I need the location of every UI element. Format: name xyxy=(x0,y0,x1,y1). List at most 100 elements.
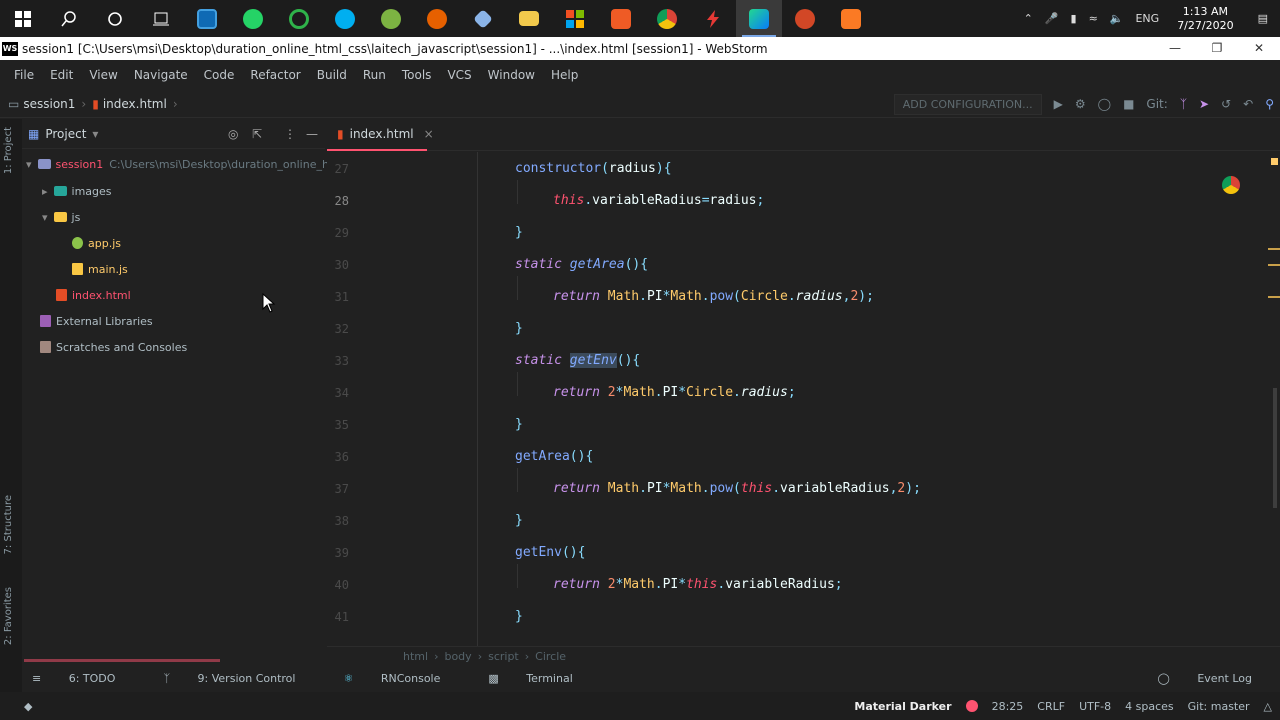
project-tool-tab[interactable]: 1: Project xyxy=(3,127,14,174)
images-folder-icon xyxy=(53,186,67,196)
chrome-icon[interactable] xyxy=(644,0,690,37)
menu-window[interactable]: Window xyxy=(480,68,543,82)
git-branch-icon[interactable]: ᛉ xyxy=(1180,97,1187,111)
hide-panel-icon[interactable]: — xyxy=(306,127,318,141)
chevron-down-icon[interactable]: ▾ xyxy=(92,127,98,141)
wifi-icon[interactable]: ≈ xyxy=(1083,12,1104,25)
tree-root-session1[interactable]: ▾ session1 C:\Users\msi\Desktop\duration… xyxy=(26,153,353,175)
tree-folder-js[interactable]: ▾ js xyxy=(42,206,80,228)
minimize-button[interactable]: — xyxy=(1154,37,1196,60)
menu-view[interactable]: View xyxy=(81,68,125,82)
collapse-all-icon[interactable]: ⇱ xyxy=(252,127,262,141)
add-configuration-button[interactable]: ADD CONFIGURATION... xyxy=(893,93,1042,115)
tree-file-app-js[interactable]: app.js xyxy=(72,232,121,254)
code-line: return 2*Math.PI*this.variableRadius; xyxy=(553,577,843,592)
code-editor[interactable]: 27 28 29 30 31 32 33 34 35 36 37 38 39 4… xyxy=(327,152,1280,646)
close-button[interactable]: ✕ xyxy=(1238,37,1280,60)
menu-run[interactable]: Run xyxy=(355,68,394,82)
tree-scratches[interactable]: Scratches and Consoles xyxy=(40,336,187,358)
volume-icon[interactable]: 🔈 xyxy=(1104,12,1130,25)
status-left-icon[interactable]: ◆ xyxy=(24,700,32,713)
notifications-icon[interactable]: ▤ xyxy=(1246,12,1280,25)
favorites-tool-tab[interactable]: 2: Favorites xyxy=(3,587,14,645)
project-view-selector[interactable]: Project xyxy=(45,127,86,141)
stop-icon[interactable]: ■ xyxy=(1123,97,1134,111)
menu-build[interactable]: Build xyxy=(309,68,355,82)
search-everywhere-icon[interactable]: ⚲ xyxy=(1265,97,1274,111)
menu-navigate[interactable]: Navigate xyxy=(126,68,196,82)
indent-setting[interactable]: 4 spaces xyxy=(1125,700,1174,713)
run-icon[interactable]: ▶ xyxy=(1054,97,1063,111)
git-push-icon[interactable]: ➤ xyxy=(1199,97,1209,111)
editor-scrollbar[interactable] xyxy=(1268,152,1280,646)
microsoft-store-icon[interactable] xyxy=(552,0,598,37)
search-icon[interactable] xyxy=(46,0,92,37)
file-encoding[interactable]: UTF-8 xyxy=(1079,700,1111,713)
coverage-icon[interactable]: ◯ xyxy=(1098,97,1111,111)
record-icon[interactable] xyxy=(965,700,978,712)
menu-file[interactable]: File xyxy=(6,68,42,82)
event-log-tool-button[interactable]: ◯ Event Log xyxy=(1158,672,1276,685)
skype-icon[interactable] xyxy=(322,0,368,37)
chevron-down-icon[interactable]: ▾ xyxy=(26,158,32,171)
language-indicator[interactable]: ENG xyxy=(1129,12,1165,25)
close-tab-icon[interactable]: × xyxy=(424,127,434,141)
chevron-up-icon[interactable]: ⌃ xyxy=(1018,12,1039,25)
breadcrumb-circle[interactable]: Circle xyxy=(535,650,566,663)
clock[interactable]: 1:13 AM 7/27/2020 xyxy=(1165,5,1245,33)
postman-icon[interactable] xyxy=(598,0,644,37)
nav-file[interactable]: index.html xyxy=(99,97,167,111)
webstorm-icon[interactable] xyxy=(736,0,782,37)
menu-code[interactable]: Code xyxy=(196,68,243,82)
menu-refactor[interactable]: Refactor xyxy=(242,68,308,82)
tree-file-index-html[interactable]: index.html xyxy=(56,284,131,306)
firefox-icon[interactable] xyxy=(414,0,460,37)
chevron-right-icon[interactable]: ▸ xyxy=(42,185,48,198)
line-separator[interactable]: CRLF xyxy=(1037,700,1065,713)
version-control-tool-button[interactable]: ᛉ 9: Version Control xyxy=(163,672,319,685)
app-e-icon[interactable] xyxy=(184,0,230,37)
debug-icon[interactable]: ⚙ xyxy=(1075,97,1086,111)
horizontal-scrollbar[interactable] xyxy=(24,659,220,662)
locate-file-icon[interactable]: ◎ xyxy=(228,127,238,141)
tree-file-main-js[interactable]: main.js xyxy=(72,258,128,280)
menu-edit[interactable]: Edit xyxy=(42,68,81,82)
theme-indicator[interactable]: Material Darker xyxy=(854,700,951,713)
open-in-browser-icon[interactable] xyxy=(1222,176,1240,194)
chevron-down-icon[interactable]: ▾ xyxy=(42,211,48,224)
caret-position[interactable]: 28:25 xyxy=(992,700,1024,713)
microphone-icon[interactable]: 🎤 xyxy=(1039,12,1065,25)
options-icon[interactable]: ⋮ xyxy=(284,127,296,141)
history-icon[interactable]: ↺ xyxy=(1221,97,1231,111)
tree-folder-images[interactable]: ▸ images xyxy=(42,180,112,202)
lock-icon[interactable]: △ xyxy=(1264,700,1272,713)
xampp-icon[interactable] xyxy=(828,0,874,37)
tree-external-libraries[interactable]: External Libraries xyxy=(40,310,153,332)
structure-tool-tab[interactable]: 7: Structure xyxy=(3,495,14,554)
whatsapp-icon[interactable] xyxy=(230,0,276,37)
menu-vcs[interactable]: VCS xyxy=(439,68,479,82)
android-icon[interactable] xyxy=(368,0,414,37)
windows-start-icon[interactable] xyxy=(0,0,46,37)
vscode-icon[interactable] xyxy=(460,0,506,37)
file-explorer-icon[interactable] xyxy=(506,0,552,37)
powerpoint-icon[interactable] xyxy=(782,0,828,37)
tab-index-html[interactable]: ▮ index.html × xyxy=(327,119,434,151)
lightning-icon[interactable] xyxy=(690,0,736,37)
rollback-icon[interactable]: ↶ xyxy=(1243,97,1253,111)
rnconsole-tool-button[interactable]: ⚛ RNConsole xyxy=(343,672,464,685)
battery-icon[interactable]: ▮ xyxy=(1065,12,1083,25)
menu-help[interactable]: Help xyxy=(543,68,586,82)
task-view-icon[interactable] xyxy=(138,0,184,37)
chromium-icon[interactable] xyxy=(276,0,322,37)
menu-tools[interactable]: Tools xyxy=(394,68,440,82)
git-branch[interactable]: Git: master xyxy=(1188,700,1250,713)
breadcrumb-script[interactable]: script xyxy=(488,650,519,663)
restore-button[interactable]: ❐ xyxy=(1196,37,1238,60)
todo-tool-button[interactable]: ≡ 6: TODO xyxy=(32,672,139,685)
breadcrumb-html[interactable]: html xyxy=(403,650,428,663)
breadcrumb-body[interactable]: body xyxy=(444,650,471,663)
nav-project[interactable]: session1 xyxy=(19,97,75,111)
cortana-icon[interactable] xyxy=(92,0,138,37)
terminal-tool-button[interactable]: ▩ Terminal xyxy=(488,672,596,685)
